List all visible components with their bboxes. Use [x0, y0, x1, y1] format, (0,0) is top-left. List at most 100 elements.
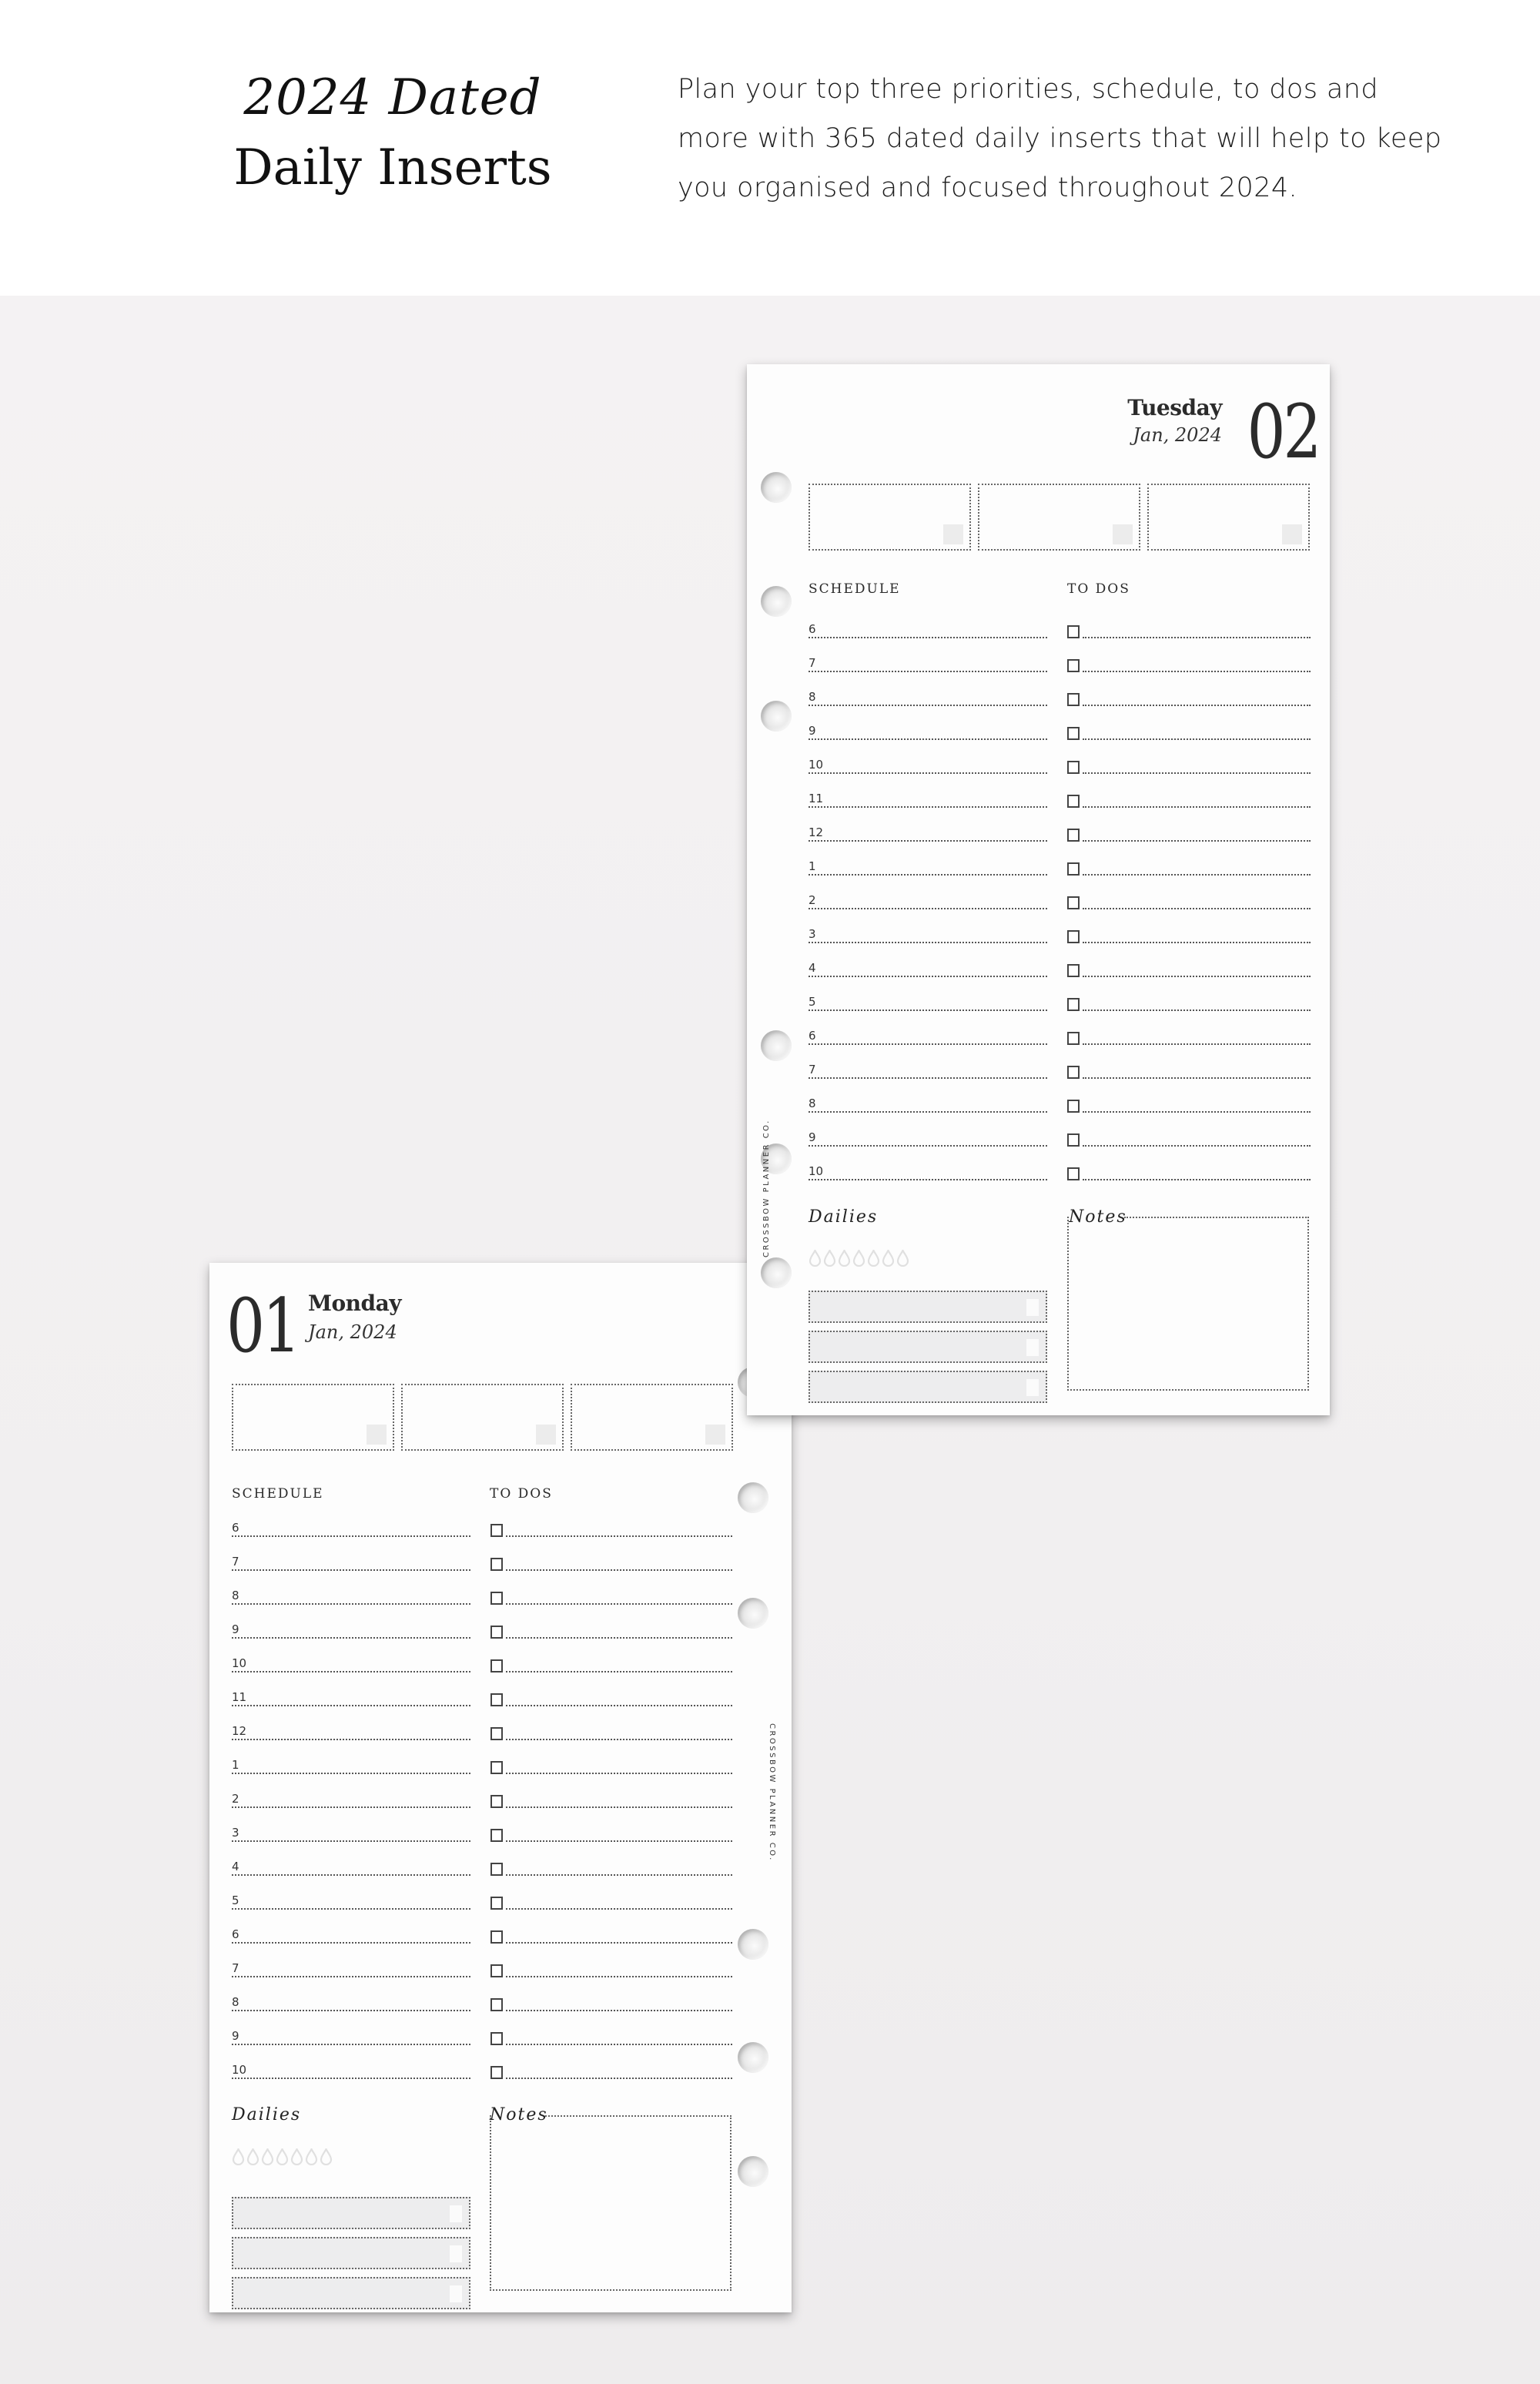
water-drop-icon[interactable]	[823, 1250, 836, 1267]
todo-checkbox[interactable]	[490, 1964, 503, 1977]
todo-checkbox[interactable]	[490, 1592, 503, 1605]
todo-line[interactable]	[1083, 671, 1311, 672]
todo-line[interactable]	[1083, 637, 1311, 638]
todo-line[interactable]	[1083, 1145, 1311, 1147]
water-drop-icon[interactable]	[246, 2148, 259, 2165]
habit-bar[interactable]	[808, 1331, 1047, 1363]
todo-line[interactable]	[1083, 772, 1311, 774]
todo-line[interactable]	[506, 1942, 732, 1944]
todo-line[interactable]	[506, 1739, 732, 1740]
todo-checkbox[interactable]	[490, 1863, 503, 1876]
todo-line[interactable]	[506, 1705, 732, 1706]
schedule-line[interactable]	[808, 976, 1047, 977]
schedule-line[interactable]	[232, 1671, 470, 1672]
todo-line[interactable]	[506, 1806, 732, 1808]
todo-line[interactable]	[1083, 806, 1311, 808]
todo-line[interactable]	[506, 1637, 732, 1639]
todo-line[interactable]	[1083, 874, 1311, 876]
todo-line[interactable]	[506, 1569, 732, 1571]
todo-checkbox[interactable]	[490, 1795, 503, 1808]
todo-checkbox[interactable]	[490, 1761, 503, 1774]
water-drop-icon[interactable]	[896, 1250, 909, 1267]
habit-bar[interactable]	[808, 1291, 1047, 1323]
todo-line[interactable]	[506, 1908, 732, 1910]
todo-line[interactable]	[506, 1671, 732, 1672]
todo-checkbox[interactable]	[1067, 1167, 1080, 1180]
schedule-line[interactable]	[808, 1077, 1047, 1079]
todo-checkbox[interactable]	[1067, 625, 1080, 638]
todo-line[interactable]	[506, 1840, 732, 1842]
todo-checkbox[interactable]	[1067, 896, 1080, 909]
schedule-line[interactable]	[808, 738, 1047, 740]
schedule-line[interactable]	[808, 1010, 1047, 1011]
water-drop-icon[interactable]	[867, 1250, 880, 1267]
schedule-line[interactable]	[808, 1145, 1047, 1147]
schedule-line[interactable]	[232, 1840, 470, 1842]
schedule-line[interactable]	[808, 874, 1047, 876]
schedule-line[interactable]	[808, 637, 1047, 638]
schedule-line[interactable]	[232, 2078, 470, 2079]
todo-line[interactable]	[1083, 908, 1311, 909]
schedule-line[interactable]	[808, 772, 1047, 774]
todo-checkbox[interactable]	[1067, 1133, 1080, 1147]
todo-checkbox[interactable]	[490, 1897, 503, 1910]
todo-line[interactable]	[506, 2044, 732, 2045]
todo-checkbox[interactable]	[490, 1930, 503, 1944]
todo-line[interactable]	[506, 1773, 732, 1774]
priority-check-square[interactable]	[1113, 524, 1133, 544]
todo-checkbox[interactable]	[490, 1626, 503, 1639]
todo-line[interactable]	[506, 1976, 732, 1977]
todo-checkbox[interactable]	[1067, 795, 1080, 808]
schedule-line[interactable]	[232, 1976, 470, 1977]
todo-line[interactable]	[1083, 1179, 1311, 1180]
schedule-line[interactable]	[232, 1569, 470, 1571]
schedule-line[interactable]	[232, 1874, 470, 1876]
schedule-line[interactable]	[808, 806, 1047, 808]
notes-area[interactable]	[1067, 1217, 1309, 1391]
priority-check-square[interactable]	[536, 1425, 556, 1445]
todo-checkbox[interactable]	[1067, 693, 1080, 706]
todo-line[interactable]	[1083, 942, 1311, 943]
todo-checkbox[interactable]	[490, 2066, 503, 2079]
todo-line[interactable]	[1083, 1111, 1311, 1113]
water-drop-icon[interactable]	[852, 1250, 865, 1267]
schedule-line[interactable]	[232, 1705, 470, 1706]
schedule-line[interactable]	[232, 1806, 470, 1808]
todo-line[interactable]	[1083, 1077, 1311, 1079]
todo-line[interactable]	[506, 2010, 732, 2011]
schedule-line[interactable]	[808, 705, 1047, 706]
priority-box[interactable]	[571, 1384, 733, 1451]
schedule-line[interactable]	[232, 1637, 470, 1639]
todo-line[interactable]	[1083, 840, 1311, 842]
schedule-line[interactable]	[808, 1179, 1047, 1180]
notes-area[interactable]	[490, 2115, 732, 2291]
todo-checkbox[interactable]	[490, 1829, 503, 1842]
todo-checkbox[interactable]	[490, 1727, 503, 1740]
todo-checkbox[interactable]	[1067, 1032, 1080, 1045]
todo-checkbox[interactable]	[490, 2032, 503, 2045]
todo-checkbox[interactable]	[1067, 829, 1080, 842]
todo-checkbox[interactable]	[1067, 862, 1080, 876]
todo-checkbox[interactable]	[490, 1998, 503, 2011]
schedule-line[interactable]	[232, 1603, 470, 1605]
water-drop-icon[interactable]	[320, 2148, 333, 2165]
schedule-line[interactable]	[808, 1111, 1047, 1113]
habit-bar[interactable]	[808, 1371, 1047, 1403]
habit-check-square[interactable]	[1026, 1379, 1039, 1396]
schedule-line[interactable]	[232, 1739, 470, 1740]
todo-checkbox[interactable]	[1067, 727, 1080, 740]
schedule-line[interactable]	[232, 2010, 470, 2011]
water-drop-icon[interactable]	[232, 2148, 245, 2165]
todo-checkbox[interactable]	[490, 1693, 503, 1706]
schedule-line[interactable]	[232, 1535, 470, 1537]
priority-check-square[interactable]	[367, 1425, 387, 1445]
todo-line[interactable]	[1083, 1043, 1311, 1045]
todo-checkbox[interactable]	[490, 1524, 503, 1537]
todo-checkbox[interactable]	[490, 1659, 503, 1672]
todo-line[interactable]	[506, 1874, 732, 1876]
schedule-line[interactable]	[808, 942, 1047, 943]
habit-check-square[interactable]	[450, 2205, 462, 2222]
habit-check-square[interactable]	[450, 2285, 462, 2302]
schedule-line[interactable]	[808, 671, 1047, 672]
todo-line[interactable]	[506, 1603, 732, 1605]
